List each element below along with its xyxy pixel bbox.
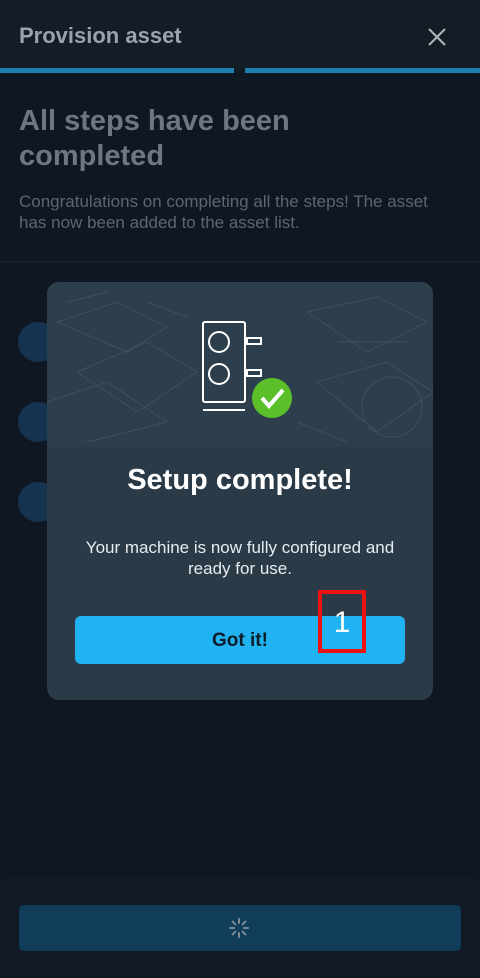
dialog-title: Setup complete! bbox=[127, 464, 353, 496]
page-heading: All steps have been completed bbox=[19, 105, 290, 172]
header-title: Provision asset bbox=[19, 23, 182, 48]
spinner-icon bbox=[229, 918, 249, 938]
page-description: Congratulations on completing all the st… bbox=[19, 192, 428, 232]
close-button[interactable] bbox=[420, 20, 454, 54]
step-progress bbox=[0, 68, 480, 73]
progress-step-1 bbox=[0, 68, 234, 73]
annotation-marker: 1 bbox=[318, 590, 366, 653]
divider bbox=[0, 261, 480, 262]
dialog-message: Your machine is now fully configured and… bbox=[85, 538, 395, 578]
setup-complete-dialog: Setup complete! Your machine is now full… bbox=[47, 282, 433, 700]
close-icon bbox=[428, 28, 446, 46]
screen: Provision asset All steps have been comp… bbox=[0, 0, 480, 978]
progress-step-2 bbox=[245, 68, 480, 73]
machine-check-icon bbox=[202, 321, 292, 418]
header: Provision asset bbox=[0, 0, 480, 70]
